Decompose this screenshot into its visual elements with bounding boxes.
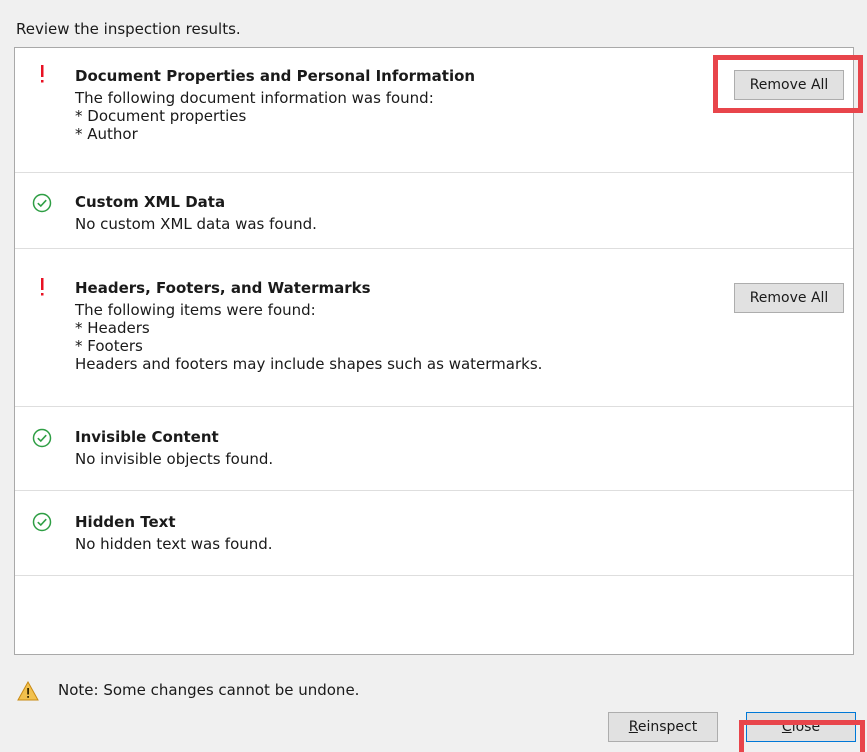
result-item-hidden-text: Hidden Text No hidden text was found. — [15, 491, 853, 576]
result-detail-line: * Footers — [75, 337, 143, 355]
result-item-invisible-content: Invisible Content No invisible objects f… — [15, 407, 853, 491]
result-item-headers-footers: Headers, Footers, and Watermarks The fol… — [15, 249, 853, 407]
result-detail-line: * Document properties — [75, 107, 247, 125]
instruction-text: Review the inspection results. — [16, 20, 241, 38]
check-circle-icon — [32, 512, 52, 532]
close-button[interactable]: Close — [746, 712, 856, 742]
remove-all-button-headers-footers[interactable]: Remove All — [734, 283, 844, 313]
result-title: Invisible Content — [75, 428, 219, 446]
result-detail-line: Headers and footers may include shapes s… — [75, 355, 543, 373]
reinspect-button[interactable]: Reinspect — [608, 712, 718, 742]
reinspect-accel: R — [628, 719, 638, 735]
exclamation-icon — [41, 278, 44, 296]
result-detail-line: The following document information was f… — [75, 89, 434, 107]
result-detail-line: No custom XML data was found. — [75, 215, 317, 233]
result-detail-line: * Author — [75, 125, 138, 143]
result-detail-line: The following items were found: — [75, 301, 316, 319]
reinspect-label: einspect — [637, 719, 698, 735]
result-title: Headers, Footers, and Watermarks — [75, 279, 371, 297]
inspection-results-list[interactable]: Document Properties and Personal Informa… — [14, 47, 854, 655]
result-item-custom-xml: Custom XML Data No custom XML data was f… — [15, 173, 853, 249]
exclamation-icon — [41, 65, 44, 83]
warning-icon — [17, 681, 39, 701]
result-title: Hidden Text — [75, 513, 176, 531]
close-accel: C — [781, 719, 792, 735]
close-label: lose — [791, 719, 821, 735]
result-title: Custom XML Data — [75, 193, 226, 211]
check-circle-icon — [32, 428, 52, 448]
result-detail-line: No hidden text was found. — [75, 535, 273, 553]
result-detail-line: * Headers — [75, 319, 150, 337]
result-detail-line: No invisible objects found. — [75, 450, 274, 468]
remove-all-button-document-properties[interactable]: Remove All — [734, 70, 844, 100]
result-title: Document Properties and Personal Informa… — [75, 67, 476, 85]
result-item-document-properties: Document Properties and Personal Informa… — [15, 48, 853, 173]
note-text: Note: Some changes cannot be undone. — [58, 681, 360, 699]
check-circle-icon — [32, 193, 52, 213]
